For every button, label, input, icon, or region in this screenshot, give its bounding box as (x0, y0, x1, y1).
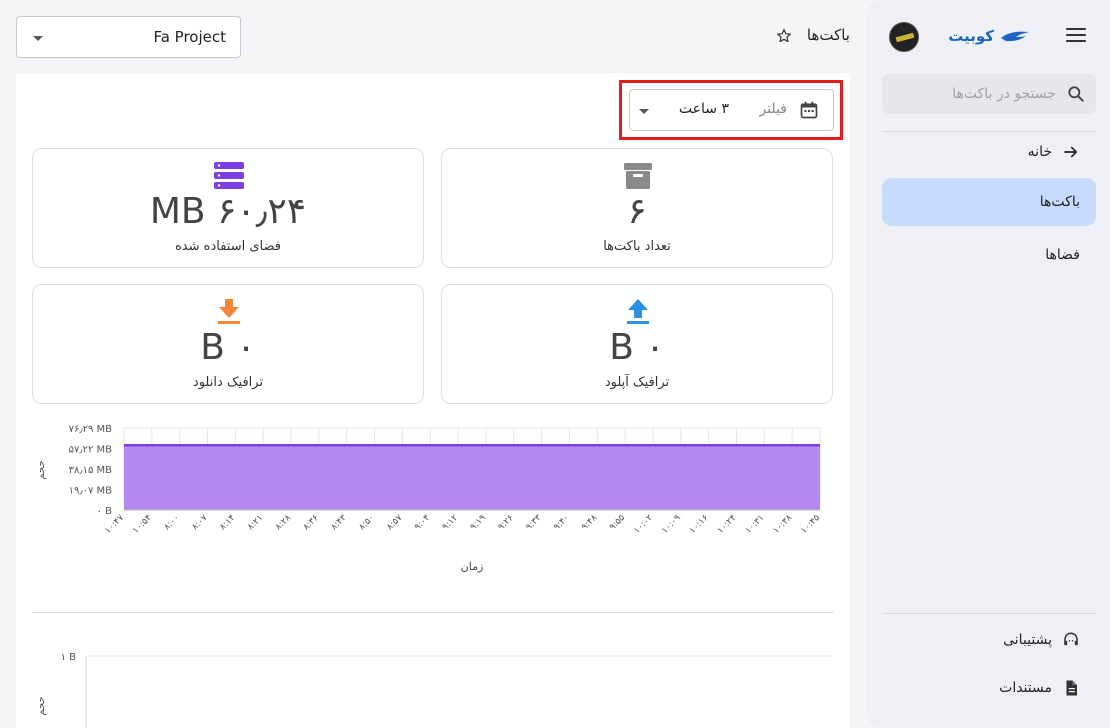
x-tick-label: ۹:۱۹ (469, 513, 489, 533)
x-tick-label: ۱۰:۴۵ (799, 513, 822, 536)
chevron-down-icon (33, 36, 43, 41)
divider (882, 613, 1096, 614)
y-tick-label: ۷۶٫۲۹ MB (69, 424, 113, 435)
card-label: ترافیک آپلود (604, 375, 670, 390)
time-filter-select[interactable]: فیلتر ۳ ساعت (629, 89, 834, 131)
search-box[interactable] (882, 74, 1096, 114)
page-title: باکت‌ها (806, 26, 850, 44)
storage-icon (214, 162, 244, 189)
sidebar-item-buckets[interactable]: باکت‌ها (882, 178, 1096, 226)
card-upload-traffic: ۰ B ترافیک آپلود (441, 284, 833, 404)
card-used-space: ۶۰٫۲۴ MB فضای استفاده شده (32, 148, 424, 268)
series-area (124, 445, 820, 510)
y-tick-label: ۳۸٫۱۵ MB (69, 465, 113, 476)
x-tick-label: ۸:۵۰ (357, 513, 376, 532)
project-select[interactable]: Fa Project (16, 16, 241, 58)
card-label: ترافیک دانلود (192, 375, 264, 390)
calendar-icon (800, 101, 818, 119)
storage-area-chart: ۰ B۱۹٫۰۷ MB۳۸٫۱۵ MB۵۷٫۲۲ MB۷۶٫۲۹ MB۱۰:۴۷… (36, 424, 822, 573)
project-select-value: Fa Project (153, 28, 226, 46)
card-value: ۶۰٫۲۴ MB (149, 191, 307, 232)
traffic-line-chart: ۱ B حجم (36, 652, 830, 728)
x-tick-label: ۱۰:۳۸ (771, 513, 794, 536)
x-tick-label: ۸:۳۶ (302, 513, 322, 533)
sidebar-header: کوبیت (867, 20, 1110, 56)
document-icon (1066, 680, 1077, 696)
arrow-right-icon (1064, 146, 1078, 158)
y-axis-label: حجم (36, 460, 47, 479)
y-axis-label: حجم (36, 696, 47, 715)
chevron-down-icon (639, 109, 649, 114)
x-tick-label: ۸:۱۴ (218, 513, 238, 533)
menu-icon[interactable] (1066, 28, 1086, 44)
x-tick-label: ۹:۴۸ (580, 513, 600, 533)
y-tick-label: ۰ B (97, 506, 113, 517)
card-bucket-count: ۶ تعداد باکت‌ها (441, 148, 833, 268)
filter-value: ۳ ساعت (678, 101, 729, 117)
x-tick-label: ۸:۲۸ (274, 513, 294, 533)
sidebar-item-label: باکت‌ها (1039, 194, 1080, 210)
x-tick-label: ۹:۳۳ (524, 513, 544, 533)
x-tick-label: ۱۰:۳۱ (744, 513, 767, 536)
sidebar-item-docs[interactable]: مستندات (882, 664, 1096, 712)
star-icon[interactable] (776, 28, 792, 44)
sidebar-item-label: فضاها (1045, 247, 1080, 263)
x-tick-label: ۹:۵۵ (608, 513, 628, 533)
card-value: ۶ (627, 191, 647, 232)
x-tick-label: ۸:۰۷ (190, 513, 210, 533)
x-tick-label: ۱۰:۱۶ (688, 513, 711, 536)
sidebar-item-support[interactable]: پشتیبانی (882, 616, 1096, 664)
y-tick-label: ۱۹٫۰۷ MB (69, 486, 113, 497)
sidebar-item-spaces[interactable]: فضاها (882, 231, 1096, 279)
download-icon (218, 299, 240, 324)
x-tick-label: ۸:۵۷ (385, 513, 405, 533)
x-tick-label: ۱۰:۵۴ (131, 513, 154, 536)
brand-name: کوبیت (948, 27, 994, 45)
card-value: ۰ B (609, 327, 665, 368)
upload-icon (627, 299, 649, 324)
archive-icon (624, 163, 652, 189)
x-tick-label: ۱۰:۰۹ (660, 513, 683, 536)
bird-logo-icon (1001, 31, 1029, 42)
x-tick-label: ۸:۴۳ (329, 513, 349, 533)
headset-icon (1064, 632, 1078, 646)
x-tick-label: ۹:۰۴ (413, 513, 433, 533)
x-tick-label: ۸:۲۱ (246, 513, 265, 532)
sidebar-item-home[interactable]: خانه (882, 128, 1096, 176)
x-tick-label: ۹:۴۰ (552, 513, 571, 532)
card-label: فضای استفاده شده (175, 239, 281, 254)
x-tick-label: ۸:۰۰ (162, 513, 181, 532)
card-value: ۰ B (200, 327, 256, 368)
y-tick-label: ۱ B (61, 652, 77, 663)
sidebar-item-label: مستندات (999, 680, 1052, 696)
x-tick-label: ۹:۱۲ (441, 513, 461, 533)
avatar[interactable] (889, 22, 919, 52)
search-icon[interactable] (1066, 84, 1086, 104)
search-input[interactable] (891, 74, 1056, 114)
card-download-traffic: ۰ B ترافیک دانلود (32, 284, 424, 404)
x-tick-label: ۹:۲۶ (496, 513, 516, 533)
x-tick-label: ۱۰:۲۴ (716, 513, 739, 536)
divider (32, 612, 834, 613)
sidebar-item-label: پشتیبانی (1003, 632, 1052, 648)
y-tick-label: ۵۷٫۲۲ MB (69, 445, 113, 456)
filter-label: فیلتر (759, 101, 787, 117)
x-tick-label: ۱۰:۰۲ (632, 513, 655, 536)
x-axis-label: زمان (461, 560, 484, 573)
brand-logo[interactable]: کوبیت (948, 27, 1030, 45)
sidebar: کوبیت خانه باکت‌ها فضاها پشتیبانی مستند (867, 0, 1110, 728)
card-label: تعداد باکت‌ها (603, 239, 671, 254)
sidebar-item-label: خانه (1027, 144, 1052, 160)
